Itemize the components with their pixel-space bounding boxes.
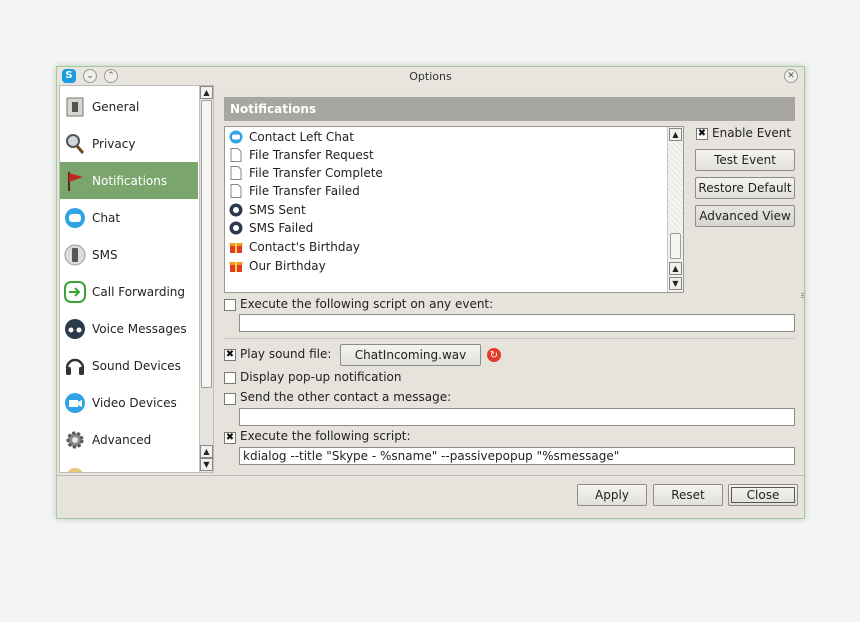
options-sidebar: General Privacy Notifications Chat SMS C… bbox=[59, 85, 214, 473]
enable-event-label: Enable Event bbox=[712, 126, 792, 140]
sidebar-item-partial[interactable] bbox=[60, 458, 198, 472]
sms-icon bbox=[229, 203, 243, 217]
hidden-item-icon bbox=[64, 466, 86, 472]
list-item[interactable]: Contact's Birthday bbox=[225, 238, 667, 256]
list-item[interactable]: SMS Failed bbox=[225, 219, 667, 237]
chat-bubble-icon bbox=[64, 207, 86, 229]
document-icon bbox=[229, 166, 243, 180]
sidebar-scrollbar[interactable]: ▲ ▲ ▼ bbox=[199, 86, 213, 472]
list-item[interactable]: SMS Sent bbox=[225, 201, 667, 219]
sidebar-item-label: SMS bbox=[92, 247, 118, 262]
list-item[interactable]: Contact Left Chat bbox=[225, 128, 667, 146]
scroll-up-arrow-icon[interactable]: ▲ bbox=[669, 262, 682, 275]
scrollbar-thumb[interactable] bbox=[201, 100, 212, 388]
sidebar-item-advanced[interactable]: Advanced bbox=[60, 421, 198, 458]
list-item[interactable]: Our Birthday bbox=[225, 257, 667, 275]
popup-label: Display pop-up notification bbox=[240, 370, 402, 384]
play-sound-checkbox[interactable]: ✖ bbox=[224, 349, 236, 361]
privacy-icon bbox=[64, 133, 86, 155]
scroll-up-arrow-icon[interactable]: ▲ bbox=[200, 86, 213, 99]
script-any-event-label: Execute the following script on any even… bbox=[240, 297, 494, 311]
window-title: Options bbox=[409, 70, 452, 83]
sidebar-item-label: Chat bbox=[92, 210, 121, 225]
footer-divider bbox=[57, 475, 804, 476]
sidebar-item-general[interactable]: General bbox=[60, 88, 198, 125]
title-bar: S ⌄ ⌃ Options ✕ bbox=[57, 67, 804, 87]
send-message-input[interactable] bbox=[239, 408, 795, 426]
scroll-up-arrow-icon[interactable]: ▲ bbox=[200, 445, 213, 458]
list-item[interactable]: File Transfer Failed bbox=[225, 182, 667, 200]
execute-script-checkbox[interactable]: ✖ bbox=[224, 432, 236, 444]
resize-grip-icon[interactable] bbox=[801, 293, 804, 299]
sms-icon bbox=[229, 221, 243, 235]
send-message-checkbox[interactable] bbox=[224, 393, 236, 405]
sidebar-item-label: General bbox=[92, 99, 140, 114]
sidebar-item-chat[interactable]: Chat bbox=[60, 199, 198, 236]
script-any-event-input[interactable] bbox=[239, 314, 795, 332]
sidebar-item-label: Call Forwarding bbox=[92, 284, 186, 299]
chat-bubble-icon bbox=[229, 130, 243, 144]
sidebar-item-label: Video Devices bbox=[92, 395, 177, 410]
sidebar-item-label: Notifications bbox=[92, 173, 168, 188]
sidebar-item-label: Privacy bbox=[92, 136, 136, 151]
sidebar-item-label: Sound Devices bbox=[92, 358, 181, 373]
play-sound-label: Play sound file: bbox=[240, 347, 332, 361]
forward-arrow-icon bbox=[64, 280, 86, 303]
headset-icon bbox=[64, 355, 86, 377]
enable-event-checkbox[interactable]: ✖ bbox=[696, 128, 708, 140]
sidebar-item-video-devices[interactable]: Video Devices bbox=[60, 384, 198, 421]
events-scrollbar[interactable]: ▲ ▲ ▼ bbox=[667, 127, 683, 292]
sidebar-item-voice-messages[interactable]: Voice Messages bbox=[60, 310, 198, 347]
popup-checkbox[interactable] bbox=[224, 372, 236, 384]
sidebar-item-notifications[interactable]: Notifications bbox=[60, 162, 198, 199]
sidebar-item-sms[interactable]: SMS bbox=[60, 236, 198, 273]
list-item[interactable]: File Transfer Complete bbox=[225, 164, 667, 182]
gift-icon bbox=[229, 259, 243, 273]
gear-icon bbox=[64, 429, 86, 451]
sidebar-item-privacy[interactable]: Privacy bbox=[60, 125, 198, 162]
close-window-button[interactable]: ✕ bbox=[784, 69, 798, 83]
options-window: S ⌄ ⌃ Options ✕ General Privacy Notifica… bbox=[56, 66, 805, 519]
sidebar-item-sound-devices[interactable]: Sound Devices bbox=[60, 347, 198, 384]
voicemail-icon bbox=[64, 318, 86, 340]
document-icon bbox=[229, 184, 243, 198]
list-item[interactable]: File Transfer Request bbox=[225, 146, 667, 164]
scroll-down-arrow-icon[interactable]: ▼ bbox=[669, 277, 682, 290]
reset-sound-icon[interactable]: ↻ bbox=[487, 348, 501, 362]
events-list[interactable]: Contact Left Chat File Transfer Request … bbox=[224, 126, 684, 293]
execute-script-label: Execute the following script: bbox=[240, 429, 411, 443]
panel-title: Notifications bbox=[224, 97, 795, 121]
sound-file-button[interactable]: ChatIncoming.wav bbox=[340, 344, 481, 366]
send-message-label: Send the other contact a message: bbox=[240, 390, 452, 404]
apply-button[interactable]: Apply bbox=[577, 484, 647, 506]
webcam-icon bbox=[64, 392, 86, 414]
restore-default-button[interactable]: Restore Default bbox=[695, 177, 795, 199]
scrollbar-thumb[interactable] bbox=[670, 233, 681, 259]
scroll-up-arrow-icon[interactable]: ▲ bbox=[669, 128, 682, 141]
sidebar-item-label: Voice Messages bbox=[92, 321, 187, 336]
test-event-button[interactable]: Test Event bbox=[695, 149, 795, 171]
reset-button[interactable]: Reset bbox=[653, 484, 723, 506]
phone-icon bbox=[64, 244, 86, 266]
close-button[interactable]: Close bbox=[728, 484, 798, 506]
document-icon bbox=[229, 148, 243, 162]
sidebar-item-label: Advanced bbox=[92, 432, 152, 447]
flag-icon bbox=[64, 170, 86, 192]
sidebar-item-call-forwarding[interactable]: Call Forwarding bbox=[60, 273, 198, 310]
scroll-down-arrow-icon[interactable]: ▼ bbox=[200, 458, 213, 471]
advanced-view-button[interactable]: Advanced View bbox=[695, 205, 795, 227]
section-separator bbox=[224, 338, 795, 339]
script-any-event-checkbox[interactable] bbox=[224, 299, 236, 311]
execute-script-input[interactable]: kdialog --title "Skype - %sname" --passi… bbox=[239, 447, 795, 465]
gift-icon bbox=[229, 240, 243, 254]
general-icon bbox=[64, 96, 86, 118]
